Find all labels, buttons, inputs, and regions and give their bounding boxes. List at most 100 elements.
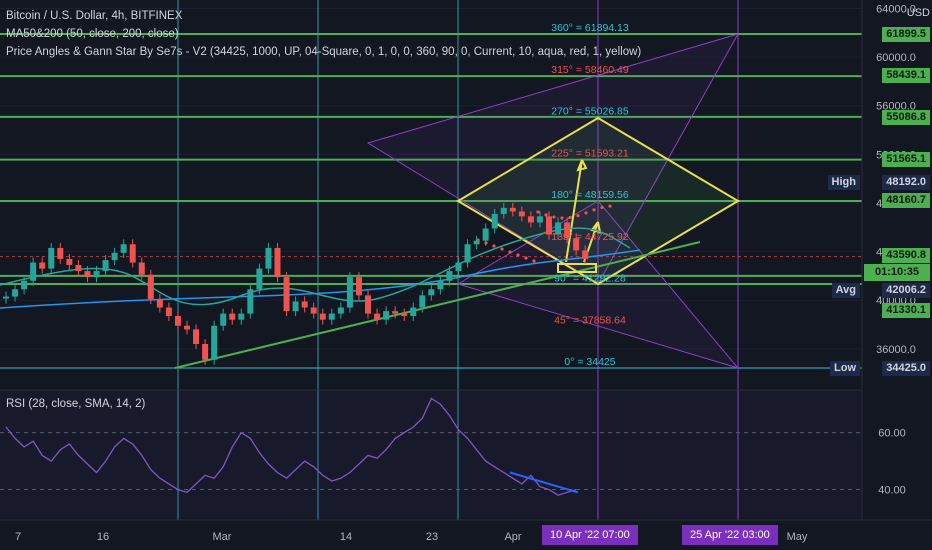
avg-label: Avg — [831, 283, 860, 298]
candle-body — [437, 280, 444, 290]
projection-dot — [608, 204, 612, 208]
candle-body — [383, 311, 390, 320]
candle-body — [165, 307, 172, 317]
candle-body — [202, 343, 209, 360]
price-axis-tick: 60000.0 — [876, 52, 916, 64]
candle-body — [265, 247, 272, 269]
projection-dot — [492, 244, 496, 248]
gann-angle-labels: 360° = 61894.13 315° = 58460.49 270° = 550… — [551, 22, 629, 368]
candle-body — [193, 329, 200, 344]
candle-body — [455, 262, 462, 272]
candle-body — [174, 316, 181, 326]
candle-body — [30, 262, 37, 281]
high-value-badge: 48192.0 — [882, 175, 930, 190]
candle-body — [211, 325, 218, 360]
candle-body — [464, 244, 471, 263]
time-axis-tick: 23 — [426, 531, 438, 543]
gann-angle-label: 270° = 55026.85 — [551, 106, 629, 118]
candle-body — [238, 313, 245, 320]
time-axis-tick: 16 — [97, 531, 109, 543]
rsi-axis-tick: 60.00 — [878, 428, 906, 440]
gann-angle-label: 0° = 34425 — [564, 356, 615, 368]
projection-dot — [532, 259, 536, 263]
candle-body — [292, 301, 299, 312]
candle-body — [392, 311, 399, 314]
candle-body — [274, 247, 281, 278]
time-axis-tick: Mar — [213, 531, 232, 543]
high-label: High — [827, 175, 860, 190]
time-axis-tick: 7 — [15, 531, 21, 543]
date-marker-2[interactable]: 25 Apr '22 03:00 — [682, 525, 778, 545]
projection-dot — [544, 213, 548, 217]
candle-body — [301, 301, 308, 308]
avg-value-badge: 42006.2 — [882, 283, 930, 298]
projection-dot — [536, 210, 540, 214]
candle-body — [473, 240, 480, 245]
ma-indicator-label: MA50&200 (50, close, 200, close) — [6, 28, 179, 40]
projection-dot — [500, 247, 504, 251]
level-badge-55086: 55086.8 — [882, 110, 930, 125]
candle-body — [582, 250, 589, 259]
candle-body — [84, 271, 91, 278]
projection-dot — [516, 253, 520, 257]
date-marker-1[interactable]: 10 Apr '22 07:00 — [542, 525, 638, 545]
level-badge-61899: 61899.5 — [882, 27, 930, 42]
currency-label[interactable]: USD — [907, 7, 930, 19]
candle-body — [337, 307, 344, 314]
low-value-badge: 34425.0 — [882, 361, 930, 376]
candle-body — [527, 216, 534, 223]
rsi-indicator-label: RSI (28, close, SMA, 14, 2) — [6, 398, 146, 410]
rsi-axis-tick: 40.00 — [878, 485, 906, 497]
candle-body — [283, 277, 290, 312]
gann-indicator-label: Price Angles & Gann Star By Se7s - V2 (3… — [6, 46, 642, 58]
candle-body — [491, 213, 498, 229]
projection-dot — [584, 211, 588, 215]
projection-dot — [508, 250, 512, 254]
gann-angle-label: 225° = 51593.21 — [551, 147, 629, 159]
gann-angle-label: 135° = 44725.92 — [551, 231, 629, 243]
candle-body — [428, 289, 435, 296]
candle-body — [147, 274, 154, 300]
level-badge-48160: 48160.7 — [882, 193, 930, 208]
level-badge-41330: 41330.1 — [882, 303, 930, 318]
candle-body — [57, 247, 64, 259]
candle-body — [129, 244, 136, 263]
candle-countdown: 01:10:35 — [864, 264, 930, 281]
candle-body — [12, 289, 19, 297]
candle-body — [75, 264, 82, 272]
time-axis-tick: Apr — [504, 531, 521, 543]
projection-dot — [560, 216, 564, 220]
candle-body — [482, 228, 489, 241]
candle-body — [102, 260, 109, 272]
candle-body — [229, 313, 236, 320]
candle-body — [120, 244, 127, 253]
candle-body — [310, 307, 317, 314]
candle-body — [509, 207, 516, 212]
gann-angle-label: 360° = 61894.13 — [551, 22, 629, 34]
price-axis-tick: 36000.0 — [876, 344, 916, 356]
symbol-title: Bitcoin / U.S. Dollar, 4h, BITFINEX — [6, 10, 183, 22]
level-badge-58439: 58439.1 — [882, 68, 930, 83]
level-badge-51565: 51565.1 — [882, 152, 930, 167]
time-axis-tick: 14 — [340, 531, 352, 543]
chart-canvas: 360° = 61894.13 315° = 58460.49 270° = 550… — [0, 0, 932, 543]
candle-body — [355, 277, 362, 296]
time-axis-tick: May — [787, 531, 808, 543]
candle-body — [138, 262, 145, 275]
candle-body — [21, 280, 28, 290]
low-label: Low — [830, 361, 860, 376]
candle-body — [536, 216, 543, 223]
projection-dot — [552, 215, 556, 219]
projection-dot — [568, 215, 572, 220]
candle-body — [220, 313, 227, 326]
candle-body — [66, 258, 73, 265]
candle-body — [446, 271, 453, 281]
candle-body — [346, 277, 353, 308]
candle-body — [401, 313, 408, 317]
projection-dot — [600, 205, 604, 210]
gann-angle-label: 45° = 37858.64 — [554, 314, 626, 326]
candle-body — [184, 325, 190, 330]
candle-body — [48, 247, 55, 269]
current-price-badge: 43590.8 — [882, 248, 930, 263]
candle-body — [518, 211, 525, 217]
